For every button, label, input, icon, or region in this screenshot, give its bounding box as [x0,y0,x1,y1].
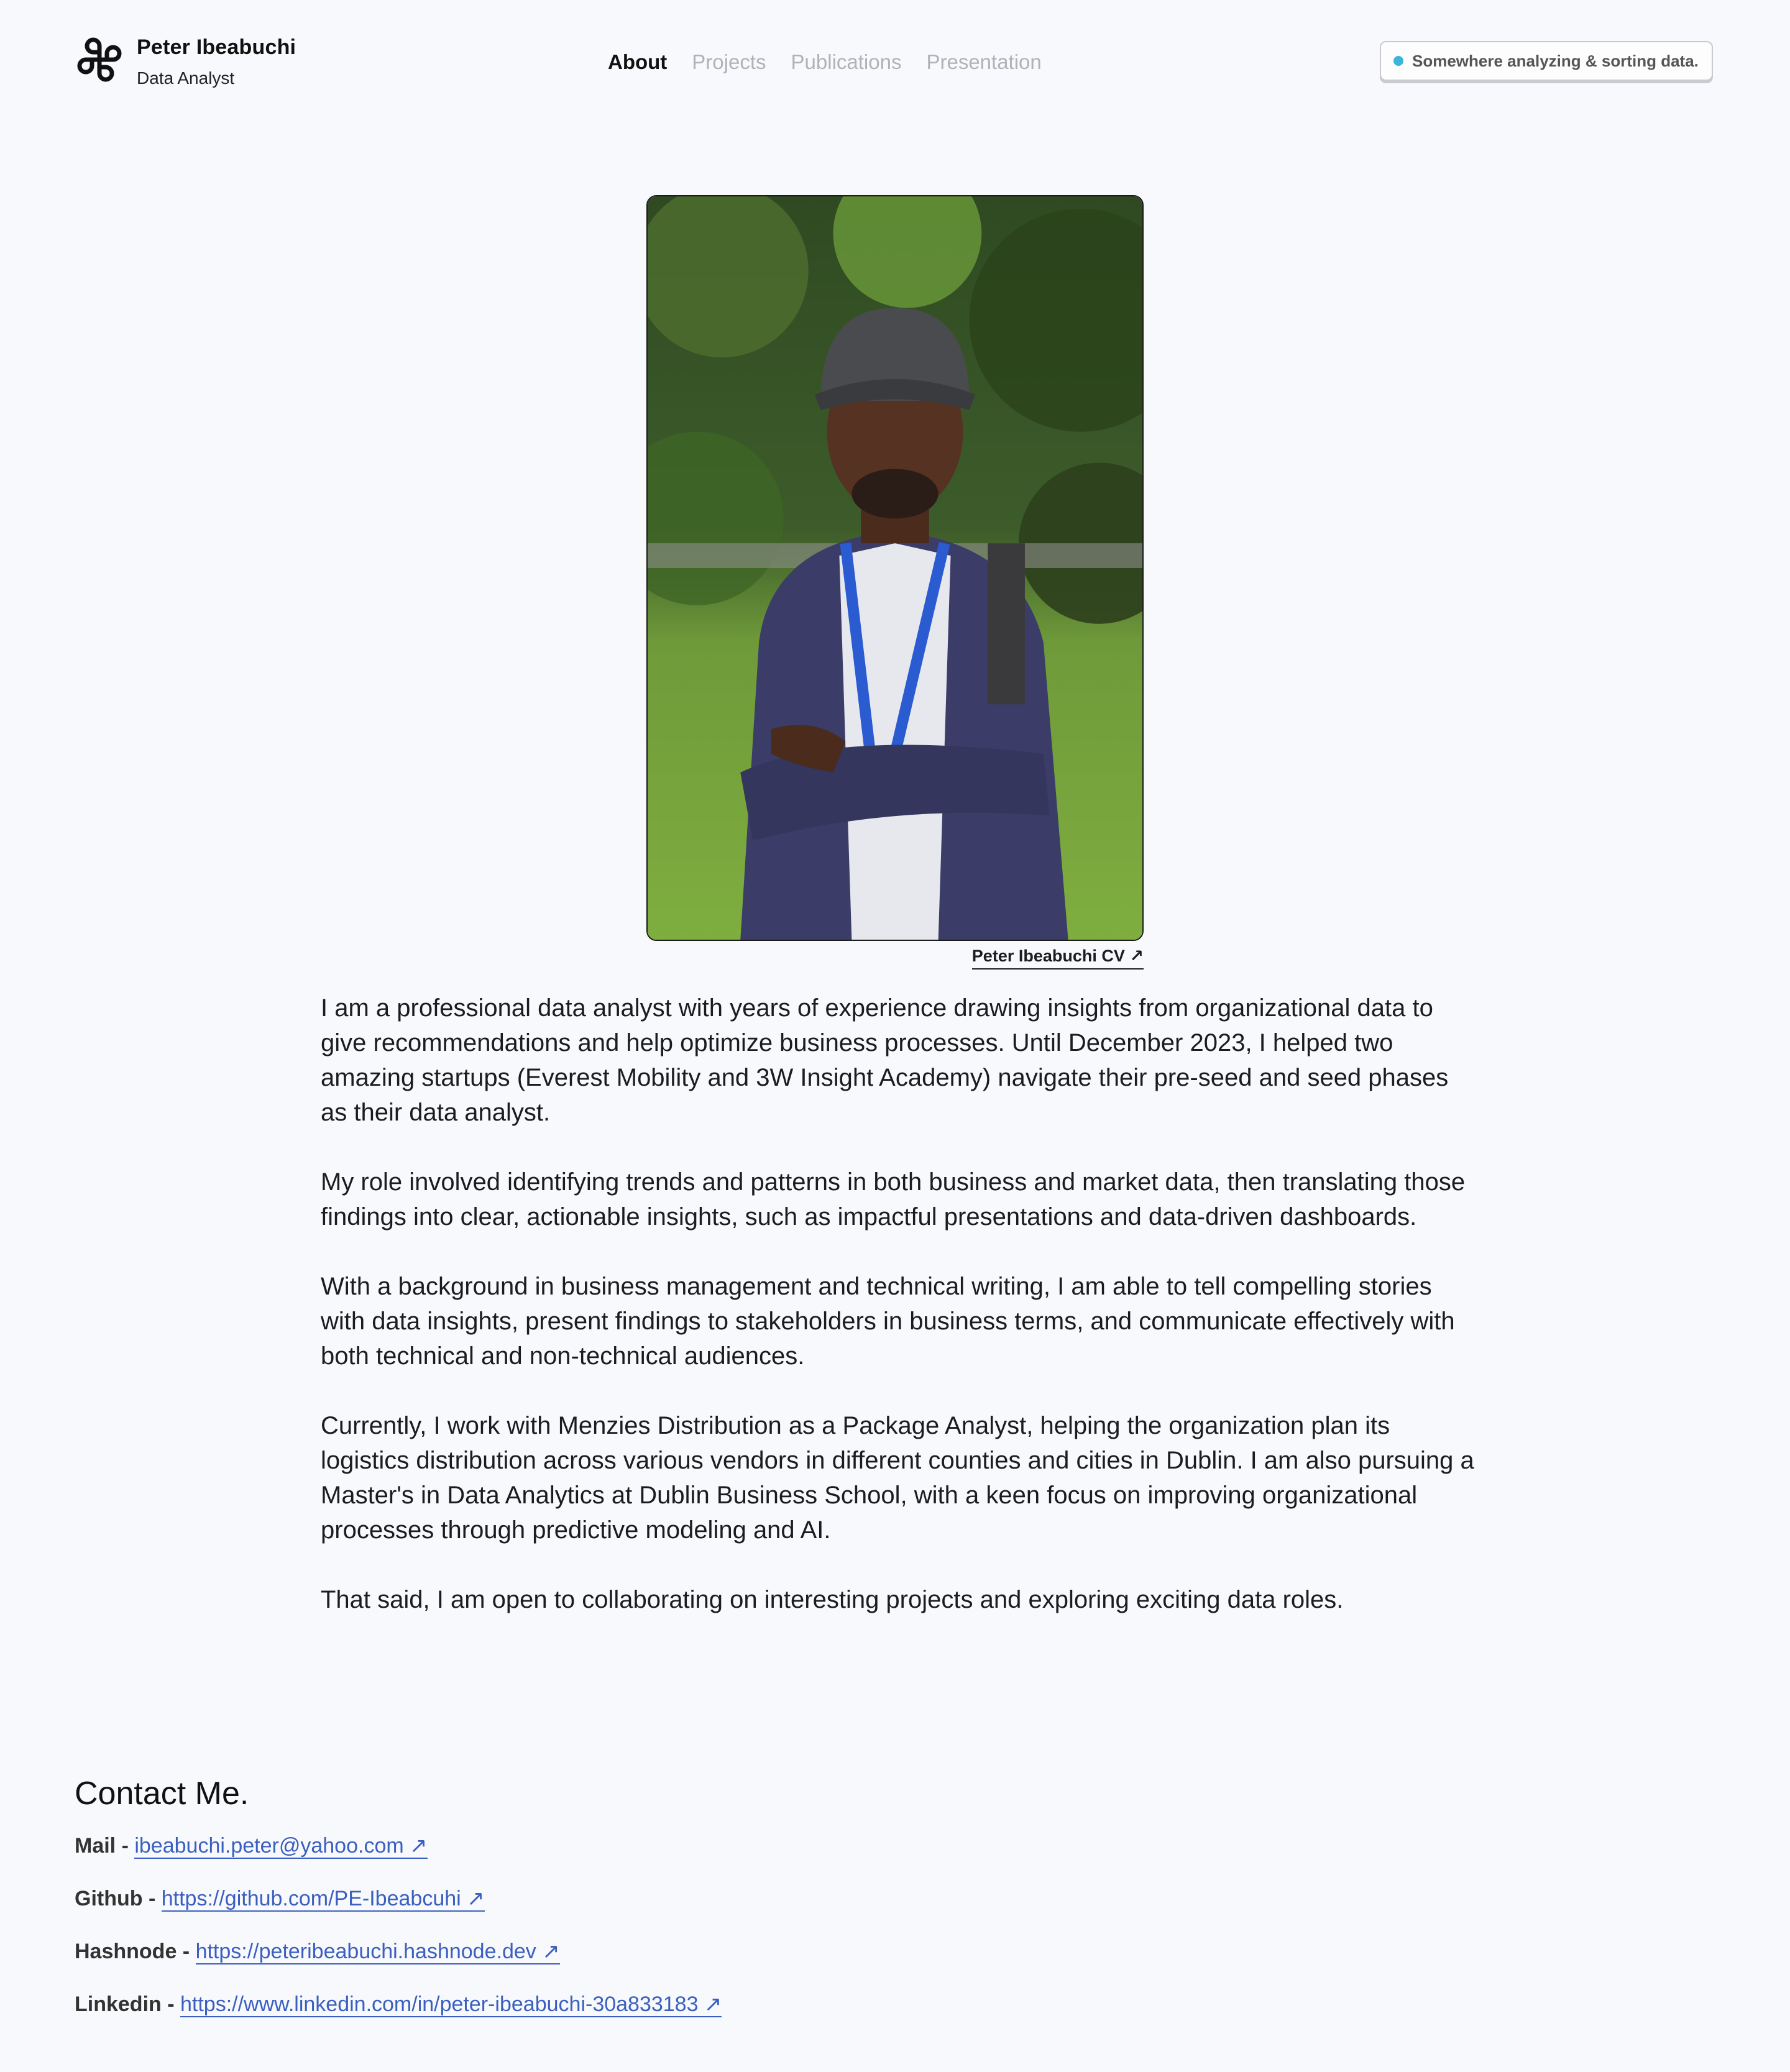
contact-section: Contact Me. Mail - ibeabuchi.peter@yahoo… [75,1771,1691,2042]
contact-github: Github - https://github.com/PE-Ibeabcuhi… [75,1884,1691,1914]
contact-heading: Contact Me. [75,1776,249,1812]
brand-role: Data Analyst [137,68,235,88]
status-dot-icon [1393,56,1403,66]
contact-label: Github - [75,1887,162,1910]
profile-photo-illustration [648,196,1142,940]
bio-paragraph: That said, I am open to collaborating on… [321,1586,1344,1613]
contact-hashnode: Hashnode - https://peteribeabuchi.hashno… [75,1937,1691,1966]
nav-about[interactable]: About [608,47,667,77]
bio-paragraph: My role involved identifying trends and … [321,1168,1466,1231]
site-header: Peter Ibeabuchi Data Analyst About Proje… [0,0,1790,124]
main-nav: About Projects Publications Presentation [608,47,1042,77]
bio-section: I am a professional data analyst with ye… [321,991,1477,1652]
hashnode-link[interactable]: https://peteribeabuchi.hashnode.dev ↗ [195,1940,560,1964]
bio-paragraph: Currently, I work with Menzies Distribut… [321,1412,1474,1544]
status-badge: Somewhere analyzing & sorting data. [1380,41,1713,81]
brand-name: Peter Ibeabuchi [137,35,296,59]
nav-projects[interactable]: Projects [692,47,766,77]
github-link[interactable]: https://github.com/PE-Ibeabcuhi ↗ [161,1887,485,1912]
contact-mail: Mail - ibeabuchi.peter@yahoo.com ↗ [75,1831,1691,1861]
contact-label: Hashnode - [75,1940,196,1963]
status-text: Somewhere analyzing & sorting data. [1412,51,1699,70]
contact-linkedin: Linkedin - https://www.linkedin.com/in/p… [75,1989,1691,2019]
brand-text: Peter Ibeabuchi Data Analyst [137,32,296,92]
linkedin-link[interactable]: https://www.linkedin.com/in/peter-ibeabu… [180,1992,722,2017]
contact-label: Linkedin - [75,1992,180,2016]
mail-link[interactable]: ibeabuchi.peter@yahoo.com ↗ [134,1834,428,1859]
page: Peter Ibeabuchi Data Analyst About Proje… [0,0,1790,2072]
bio-paragraph: With a background in business management… [321,1273,1455,1370]
profile-photo [646,195,1144,941]
contact-label: Mail - [75,1834,135,1858]
bio-paragraph: I am a professional data analyst with ye… [321,994,1449,1126]
brand[interactable]: Peter Ibeabuchi Data Analyst [75,32,296,92]
logo-icon [77,37,122,82]
nav-presentation[interactable]: Presentation [926,47,1041,77]
cv-link[interactable]: Peter Ibeabuchi CV ↗ [971,943,1144,970]
nav-publications[interactable]: Publications [791,47,902,77]
